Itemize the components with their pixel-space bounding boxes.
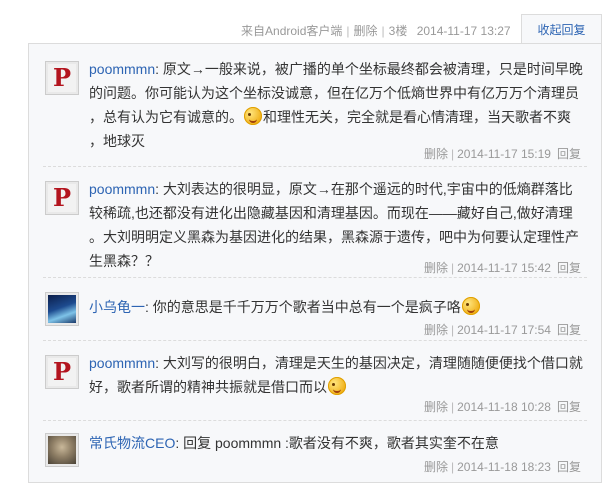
reply-text: 和理性无关，完全就是看心情清理，当天歌者不爽 (263, 109, 571, 125)
post-meta: 来自Android客户端 | 删除 | 3楼 2014-11-17 13:27 (241, 22, 511, 39)
avatar-letter: P (52, 63, 72, 92)
reply-text: 好，歌者所谓的精神共振就是借口而以 (89, 379, 327, 395)
delete-link[interactable]: 删除 (424, 323, 448, 337)
avatar[interactable]: P (45, 61, 79, 95)
reply-content: 小乌龟一: 你的意思是千千万万个歌者当中总有一个是疯子咯 (89, 295, 481, 319)
divider: | (381, 24, 385, 38)
list-item: P poommmn: 原文→一般来说，被广播的单个坐标最终都会被清理，只是时间早… (29, 44, 601, 167)
reply-text: 大刘表达的很明显，原文→在那个遥远的时代,宇宙中的低熵群落比 (162, 181, 573, 197)
reply-datetime: 2014-11-17 17:54 (457, 323, 551, 337)
avatar[interactable] (45, 292, 79, 326)
list-item: P poommmn: 大刘表达的很明显，原文→在那个遥远的时代,宇宙中的低熵群落… (29, 167, 601, 278)
reply-text: 回复 poommmn :歌者没有不爽，歌者其实奎不在意 (183, 435, 499, 451)
floor-number: 3楼 (388, 24, 408, 38)
reply-link[interactable]: 回复 (557, 261, 581, 275)
reply-text: ，总有认为它有诚意的。 (89, 109, 243, 125)
reply-text: 较稀疏,也还都没有进化出隐藏基因和清理基因。而现在——藏好自己,做好清理 (89, 205, 573, 221)
reply-datetime: 2014-11-18 18:23 (457, 460, 551, 474)
divider: | (346, 24, 350, 38)
list-item: 小乌龟一: 你的意思是千千万万个歌者当中总有一个是疯子咯 删除 | 2014-11-… (29, 278, 601, 341)
list-item: 常氏物流CEO: 回复 poommmn :歌者没有不爽，歌者其实奎不在意 删除 |… (29, 421, 601, 482)
reply-text: 原文→一般来说，被广播的单个坐标最终都会被清理，只是时间早晚 (162, 61, 583, 77)
reply-link[interactable]: 回复 (557, 147, 581, 161)
delete-link[interactable]: 删除 (424, 147, 448, 161)
reply-footer: 删除 | 2014-11-18 18:23 回复 (423, 460, 581, 474)
avatar[interactable] (45, 433, 79, 467)
post-meta-bar: 来自Android客户端 | 删除 | 3楼 2014-11-17 13:27 收起回复 (0, 0, 609, 44)
username-link[interactable]: poommmn (89, 61, 155, 77)
list-item: P poommmn: 大刘写的很明白，清理是天生的基因决定，清理随随便便找个借口… (29, 341, 601, 421)
username-link[interactable]: poommmn (89, 355, 155, 371)
reply-datetime: 2014-11-18 10:28 (457, 400, 551, 414)
reply-link[interactable]: 回复 (557, 323, 581, 337)
source-prefix: 来自 (241, 24, 266, 38)
delete-link[interactable]: 删除 (424, 261, 448, 275)
source-client-link[interactable]: Android客户端 (265, 24, 342, 38)
avatar-letter: P (52, 183, 72, 212)
reply-datetime: 2014-11-17 15:19 (457, 147, 551, 161)
reply-footer: 删除 | 2014-11-17 17:54 回复 (423, 323, 581, 337)
avatar-letter: P (52, 357, 72, 386)
avatar[interactable]: P (45, 181, 79, 215)
delete-post-link[interactable]: 删除 (354, 24, 378, 38)
reply-content: poommmn: 原文→一般来说，被广播的单个坐标最终都会被清理，只是时间早晚 … (89, 57, 583, 153)
reply-link[interactable]: 回复 (557, 460, 581, 474)
reply-text: 的问题。你可能认为这个坐标没诚意，但在亿万个低熵世界中有亿万万个清理员 (89, 85, 579, 101)
post-datetime: 2014-11-17 13:27 (416, 24, 511, 38)
reply-footer: 删除 | 2014-11-17 15:19 回复 (423, 147, 581, 161)
reply-list-panel: P poommmn: 原文→一般来说，被广播的单个坐标最终都会被清理，只是时间早… (28, 43, 602, 483)
delete-link[interactable]: 删除 (424, 460, 448, 474)
smiley-emoji-icon (461, 297, 480, 315)
username-link[interactable]: 常氏物流CEO (89, 435, 175, 451)
username-link[interactable]: 小乌龟一 (89, 299, 145, 315)
reply-text: 。大刘明明定义黑森为基因进化的结果，黑森源于遗传，吧中为何要认定理性产 (89, 229, 579, 245)
reply-text: 大刘写的很明白，清理是天生的基因决定，清理随随便便找个借口就 (162, 355, 583, 371)
fold-replies-button[interactable]: 收起回复 (521, 14, 602, 44)
reply-link[interactable]: 回复 (557, 400, 581, 414)
reply-datetime: 2014-11-17 15:42 (457, 261, 551, 275)
reply-footer: 删除 | 2014-11-17 15:42 回复 (423, 261, 581, 275)
reply-content: poommmn: 大刘写的很明白，清理是天生的基因决定，清理随随便便找个借口就 … (89, 355, 583, 395)
reply-text: 你的意思是千千万万个歌者当中总有一个是疯子咯 (152, 299, 461, 315)
delete-link[interactable]: 删除 (424, 400, 448, 414)
reply-content: 常氏物流CEO: 回复 poommmn :歌者没有不爽，歌者其实奎不在意 (89, 435, 499, 451)
avatar[interactable]: P (45, 355, 79, 389)
reply-footer: 删除 | 2014-11-18 10:28 回复 (423, 400, 581, 414)
smiley-emoji-icon (328, 377, 346, 395)
smiley-emoji-icon (244, 107, 262, 125)
username-link[interactable]: poommmn (89, 181, 155, 197)
